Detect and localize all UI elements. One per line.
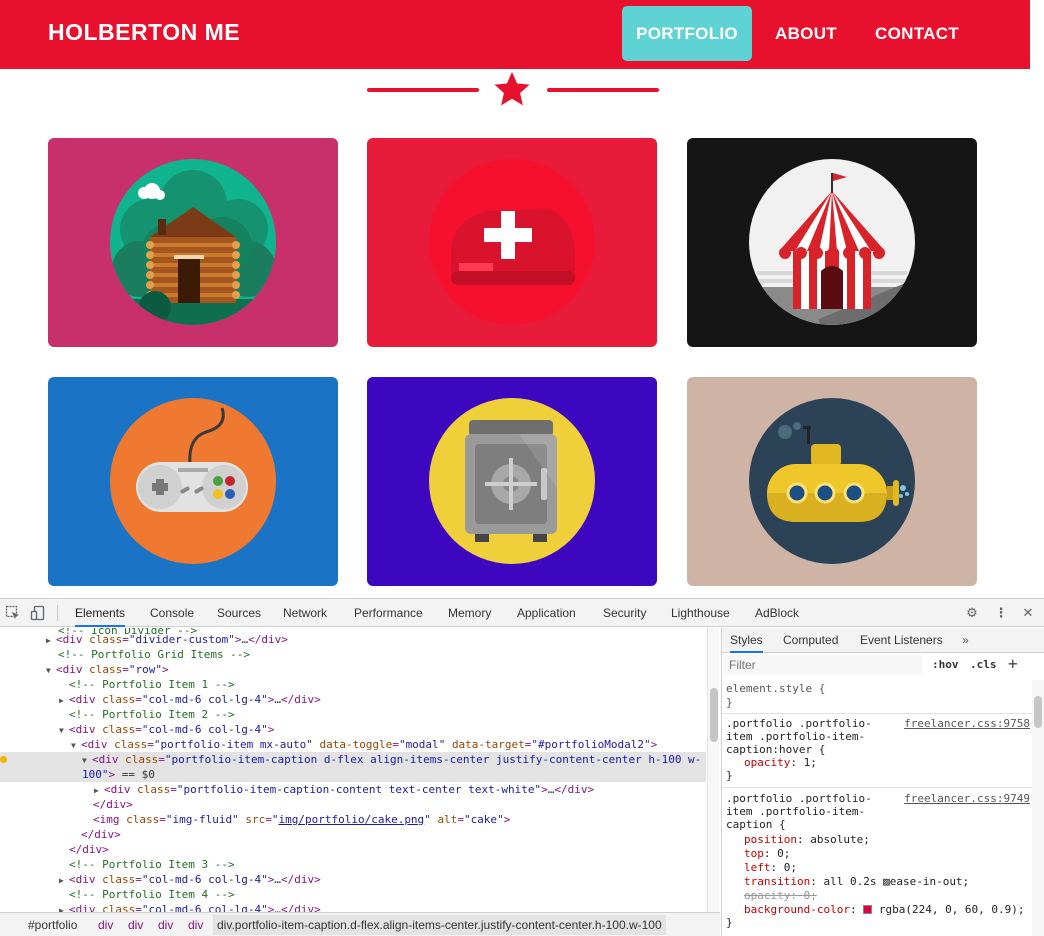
- dom-node[interactable]: ▶ <div class="col-md-6 col-lg-4">…</div>: [0, 872, 706, 887]
- css-property-overridden[interactable]: opacity: 0;: [726, 889, 1030, 902]
- dom-node-comment[interactable]: <!-- Portfolio Item 1 -->: [0, 677, 706, 692]
- breadcrumb-item[interactable]: div: [188, 918, 203, 932]
- styles-scrollbar[interactable]: [1032, 680, 1044, 936]
- inspect-element-icon[interactable]: [5, 605, 21, 621]
- class-toggle[interactable]: .cls: [970, 658, 997, 671]
- device-toolbar-icon[interactable]: [30, 605, 46, 621]
- star-icon: [494, 71, 530, 106]
- dom-node-close[interactable]: </div>: [0, 797, 706, 812]
- navbar: HOLBERTON ME PORTFOLIO ABOUT CONTACT: [0, 0, 1030, 69]
- hover-caption-rule[interactable]: .portfolio .portfolio- item .portfolio-i…: [726, 717, 1030, 782]
- caption-rule[interactable]: .portfolio .portfolio- item .portfolio-i…: [726, 792, 1030, 929]
- portfolio-item-circus[interactable]: [687, 138, 977, 347]
- portfolio-item-game[interactable]: [48, 377, 338, 586]
- dom-node[interactable]: ▼ <div class="row">: [0, 662, 706, 677]
- safe-icon: [429, 398, 595, 564]
- portfolio-item-safe[interactable]: [367, 377, 657, 586]
- selected-node-indicator: [0, 756, 7, 763]
- devtools-panel: Elements Console Sources Network Perform…: [0, 598, 1044, 936]
- game-controller-icon: [110, 398, 276, 564]
- dom-node[interactable]: <img class="img-fluid" src="img/portfoli…: [0, 812, 706, 827]
- tab-performance[interactable]: Performance: [354, 599, 423, 627]
- dom-node-comment[interactable]: <!-- Portfolio Item 3 -->: [0, 857, 706, 872]
- screen: HOLBERTON ME PORTFOLIO ABOUT CONTACT Ele…: [0, 0, 1044, 936]
- breadcrumb-item[interactable]: div: [158, 918, 173, 932]
- portfolio-item-cabin[interactable]: [48, 138, 338, 347]
- toolbar-separator: [57, 605, 58, 621]
- tab-lighthouse[interactable]: Lighthouse: [671, 599, 730, 627]
- tab-elements[interactable]: Elements: [75, 599, 126, 627]
- nav-contact-link[interactable]: CONTACT: [862, 6, 972, 61]
- tab-network[interactable]: Network: [283, 599, 327, 627]
- brand-link[interactable]: HOLBERTON ME: [48, 19, 240, 46]
- dom-tree-scroll-thumb[interactable]: [710, 688, 718, 742]
- tab-event-listeners[interactable]: Event Listeners: [860, 628, 943, 653]
- settings-gear-icon[interactable]: ⚙: [964, 605, 980, 621]
- dom-node[interactable]: ▼ <div class="portfolio-item mx-auto" dat…: [0, 737, 706, 752]
- dom-node-comment[interactable]: <!-- Portfolio Item 4 -->: [0, 887, 706, 902]
- breadcrumb-item[interactable]: #portfolio: [28, 918, 77, 932]
- dom-tree: <!-- Icon Divider --> ▶ <div class="divid…: [0, 628, 720, 912]
- tab-adblock[interactable]: AdBlock: [755, 599, 799, 627]
- tab-sources[interactable]: Sources: [217, 599, 261, 627]
- icon-divider: [367, 70, 659, 110]
- hover-state-toggle[interactable]: :hov: [932, 658, 959, 671]
- more-options-icon[interactable]: ⋮: [993, 605, 1009, 621]
- breadcrumb-item-selected[interactable]: div.portfolio-item-caption.d-flex.align-…: [213, 915, 666, 935]
- more-tabs-icon[interactable]: »: [962, 628, 969, 653]
- styles-scroll-thumb[interactable]: [1034, 696, 1042, 728]
- tab-security[interactable]: Security: [603, 599, 646, 627]
- styles-rules: element.style { } .portfolio .portfolio-…: [722, 680, 1032, 936]
- dom-node-close[interactable]: </div>: [0, 842, 706, 857]
- tab-application[interactable]: Application: [517, 599, 576, 627]
- dom-node-selected[interactable]: ▼ <div class="portfolio-item-caption d-fl…: [0, 752, 706, 782]
- element-style-rule[interactable]: element.style { }: [726, 682, 1030, 709]
- portfolio-item-cake[interactable]: [367, 138, 657, 347]
- divider-line: [367, 88, 479, 92]
- css-property[interactable]: left: 0;: [726, 861, 1030, 874]
- styles-tabbar: Styles Computed Event Listeners »: [722, 628, 1044, 653]
- rule-divider: [722, 713, 1032, 714]
- color-swatch[interactable]: [863, 905, 873, 914]
- dom-node-comment[interactable]: <!-- Portfolio Grid Items -->: [0, 647, 706, 662]
- stylesheet-link[interactable]: freelancer.css:9758: [904, 717, 1030, 730]
- website-viewport: HOLBERTON ME PORTFOLIO ABOUT CONTACT: [0, 0, 1030, 598]
- css-property[interactable]: position: absolute;: [726, 833, 1030, 846]
- breadcrumb-item[interactable]: div: [98, 918, 113, 932]
- styles-pane: Styles Computed Event Listeners » :hov .…: [721, 628, 1044, 936]
- cake-icon: [429, 159, 595, 325]
- breadcrumb-item[interactable]: div: [128, 918, 143, 932]
- dom-node[interactable]: ▶ <div class="divider-custom">…</div>: [0, 632, 706, 647]
- devtools-tabbar: Elements Console Sources Network Perform…: [0, 599, 1044, 627]
- rule-divider: [722, 787, 1032, 788]
- css-property[interactable]: transition: all 0.2s ▨ease-in-out;: [726, 875, 1030, 888]
- dom-node[interactable]: ▶ <div class="portfolio-item-caption-cont…: [0, 782, 706, 797]
- css-property[interactable]: top: 0;: [726, 847, 1030, 860]
- tab-styles[interactable]: Styles: [730, 628, 763, 653]
- stylesheet-link[interactable]: freelancer.css:9749: [904, 792, 1030, 805]
- dom-node[interactable]: ▼ <div class="col-md-6 col-lg-4">: [0, 722, 706, 737]
- css-property[interactable]: background-color: rgba(224, 0, 60, 0.9);: [726, 903, 1030, 916]
- dom-breadcrumb: #portfolio div div div div div.portfolio…: [0, 912, 720, 936]
- portfolio-item-submarine[interactable]: [687, 377, 977, 586]
- close-devtools-icon[interactable]: ✕: [1020, 605, 1036, 621]
- divider-line: [547, 88, 659, 92]
- nav-about-link[interactable]: ABOUT: [762, 6, 850, 61]
- dom-node-comment[interactable]: <!-- Portfolio Item 2 -->: [0, 707, 706, 722]
- nav-portfolio-link[interactable]: PORTFOLIO: [622, 6, 752, 61]
- dom-tree-scrollbar[interactable]: [707, 628, 719, 912]
- dom-node[interactable]: ▶ <div class="col-md-6 col-lg-4">…</div>: [0, 902, 706, 912]
- cabin-icon: [110, 159, 276, 325]
- dom-node[interactable]: ▶ <div class="col-md-6 col-lg-4">…</div>: [0, 692, 706, 707]
- submarine-icon: [749, 398, 915, 564]
- circus-tent-icon: [749, 159, 915, 325]
- tab-console[interactable]: Console: [150, 599, 194, 627]
- dom-node-close[interactable]: </div>: [0, 827, 706, 842]
- tab-memory[interactable]: Memory: [448, 599, 491, 627]
- new-rule-button[interactable]: +: [1008, 654, 1018, 673]
- styles-filter-input[interactable]: [724, 655, 922, 675]
- tab-computed[interactable]: Computed: [783, 628, 838, 653]
